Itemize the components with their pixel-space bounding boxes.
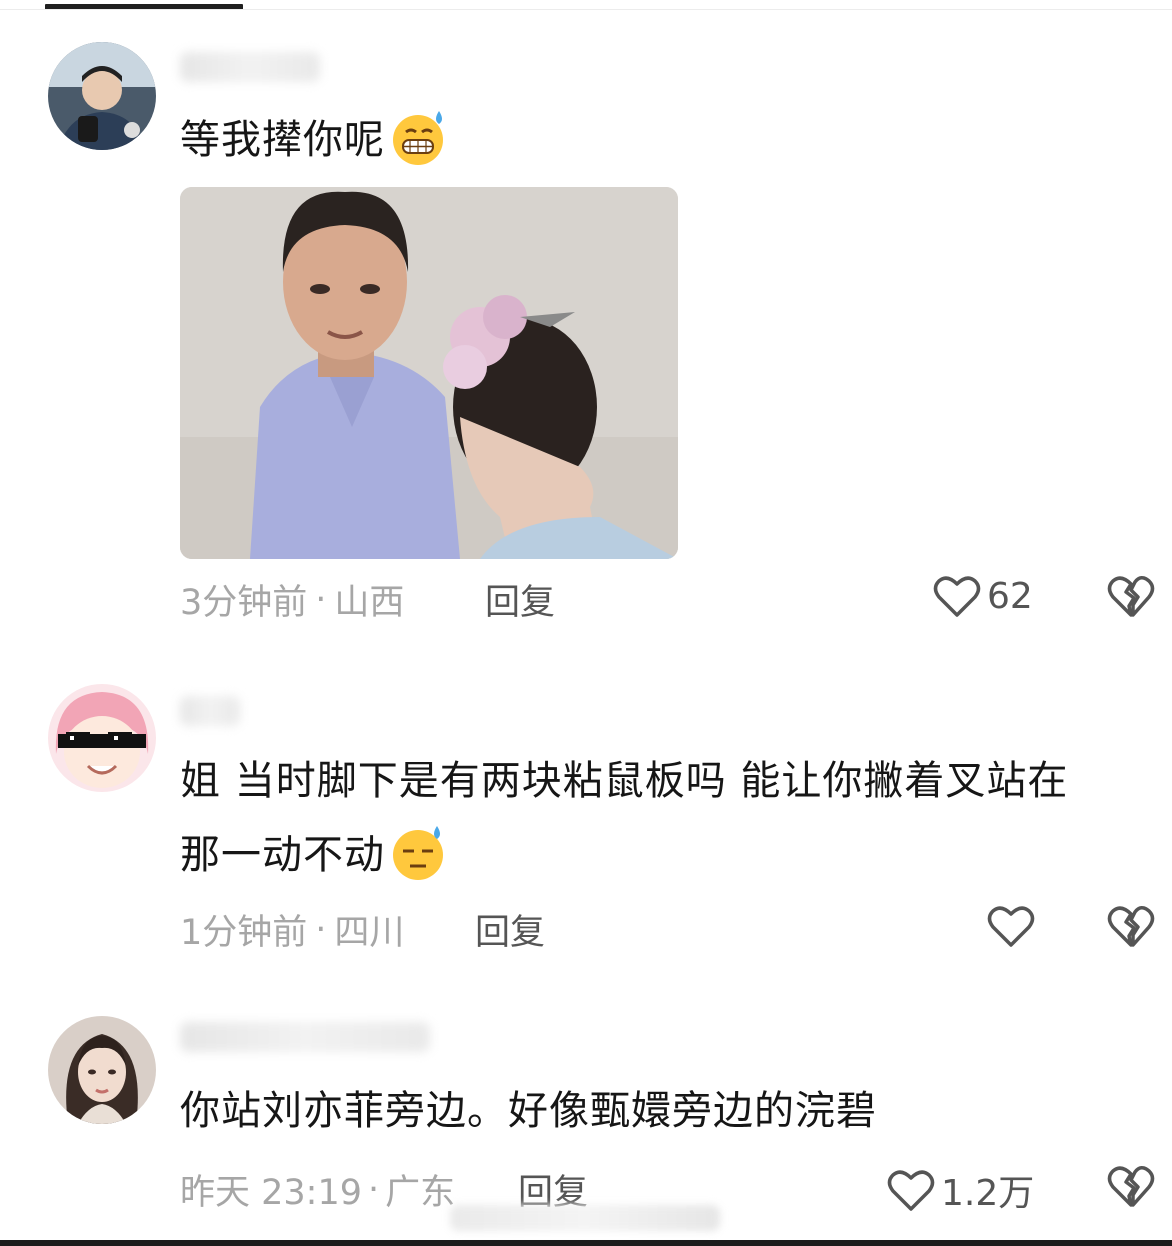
broken-heart-icon[interactable] (1107, 574, 1155, 618)
like-button[interactable] (987, 904, 1035, 948)
bottom-border (0, 1240, 1172, 1246)
comment-meta: 昨天 23:19 · 广东 (180, 1164, 455, 1215)
comment-location: 广东 (385, 1173, 456, 1213)
comment-text: 你站刘亦菲旁边。好像甄嬛旁边的浣碧 (180, 1074, 1140, 1148)
meta-separator: · (368, 1169, 380, 1210)
heart-icon (933, 576, 981, 617)
top-divider (0, 9, 1172, 10)
comment-text-line: 姐 当时脚下是有两块粘鼠板吗 能让你撇着叉站在 (180, 758, 1069, 804)
reply-button[interactable]: 回复 (475, 904, 545, 955)
comment-text: 等我撵你呢 (180, 103, 1140, 177)
username-blurred[interactable] (180, 696, 240, 726)
comment-text: 姐 当时脚下是有两块粘鼠板吗 能让你撇着叉站在 那一动不动 (180, 744, 1140, 892)
heart-icon (887, 1170, 935, 1211)
comment-meta: 1分钟前 · 四川 (180, 904, 404, 955)
meta-separator: · (315, 579, 327, 620)
comment-location: 四川 (334, 913, 405, 953)
comment-meta: 3分钟前 · 山西 (180, 574, 404, 625)
comment-location: 山西 (334, 583, 405, 623)
like-count: 62 (987, 575, 1033, 617)
heart-icon (987, 906, 1035, 947)
downcast-sweat-emoji-icon (393, 826, 443, 880)
comment-time: 昨天 23:19 (180, 1173, 362, 1213)
like-button[interactable]: 1.2万 (887, 1164, 1034, 1216)
comment-text-content: 你站刘亦菲旁边。好像甄嬛旁边的浣碧 (180, 1088, 877, 1134)
reply-button[interactable]: 回复 (485, 574, 555, 625)
broken-heart-icon[interactable] (1107, 904, 1155, 948)
meta-separator: · (315, 909, 327, 950)
avatar[interactable] (48, 42, 156, 150)
avatar[interactable] (48, 1016, 156, 1124)
comment-image-drama-still[interactable] (180, 187, 678, 559)
like-count: 1.2万 (941, 1173, 1035, 1214)
comment-time: 1分钟前 (180, 913, 308, 953)
username-blurred[interactable] (180, 1022, 430, 1052)
comment-text-line: 那一动不动 (180, 818, 1140, 892)
grimace-sweat-emoji-icon (393, 111, 443, 165)
comment-time: 3分钟前 (180, 583, 308, 623)
broken-heart-icon[interactable] (1107, 1164, 1155, 1208)
watermark-blurred (450, 1205, 720, 1231)
comment-text-content: 等我撵你呢 (180, 117, 385, 163)
like-button[interactable]: 62 (933, 574, 1033, 618)
comment-text-content: 那一动不动 (180, 832, 385, 878)
avatar[interactable] (48, 684, 156, 792)
username-blurred[interactable] (180, 52, 320, 82)
